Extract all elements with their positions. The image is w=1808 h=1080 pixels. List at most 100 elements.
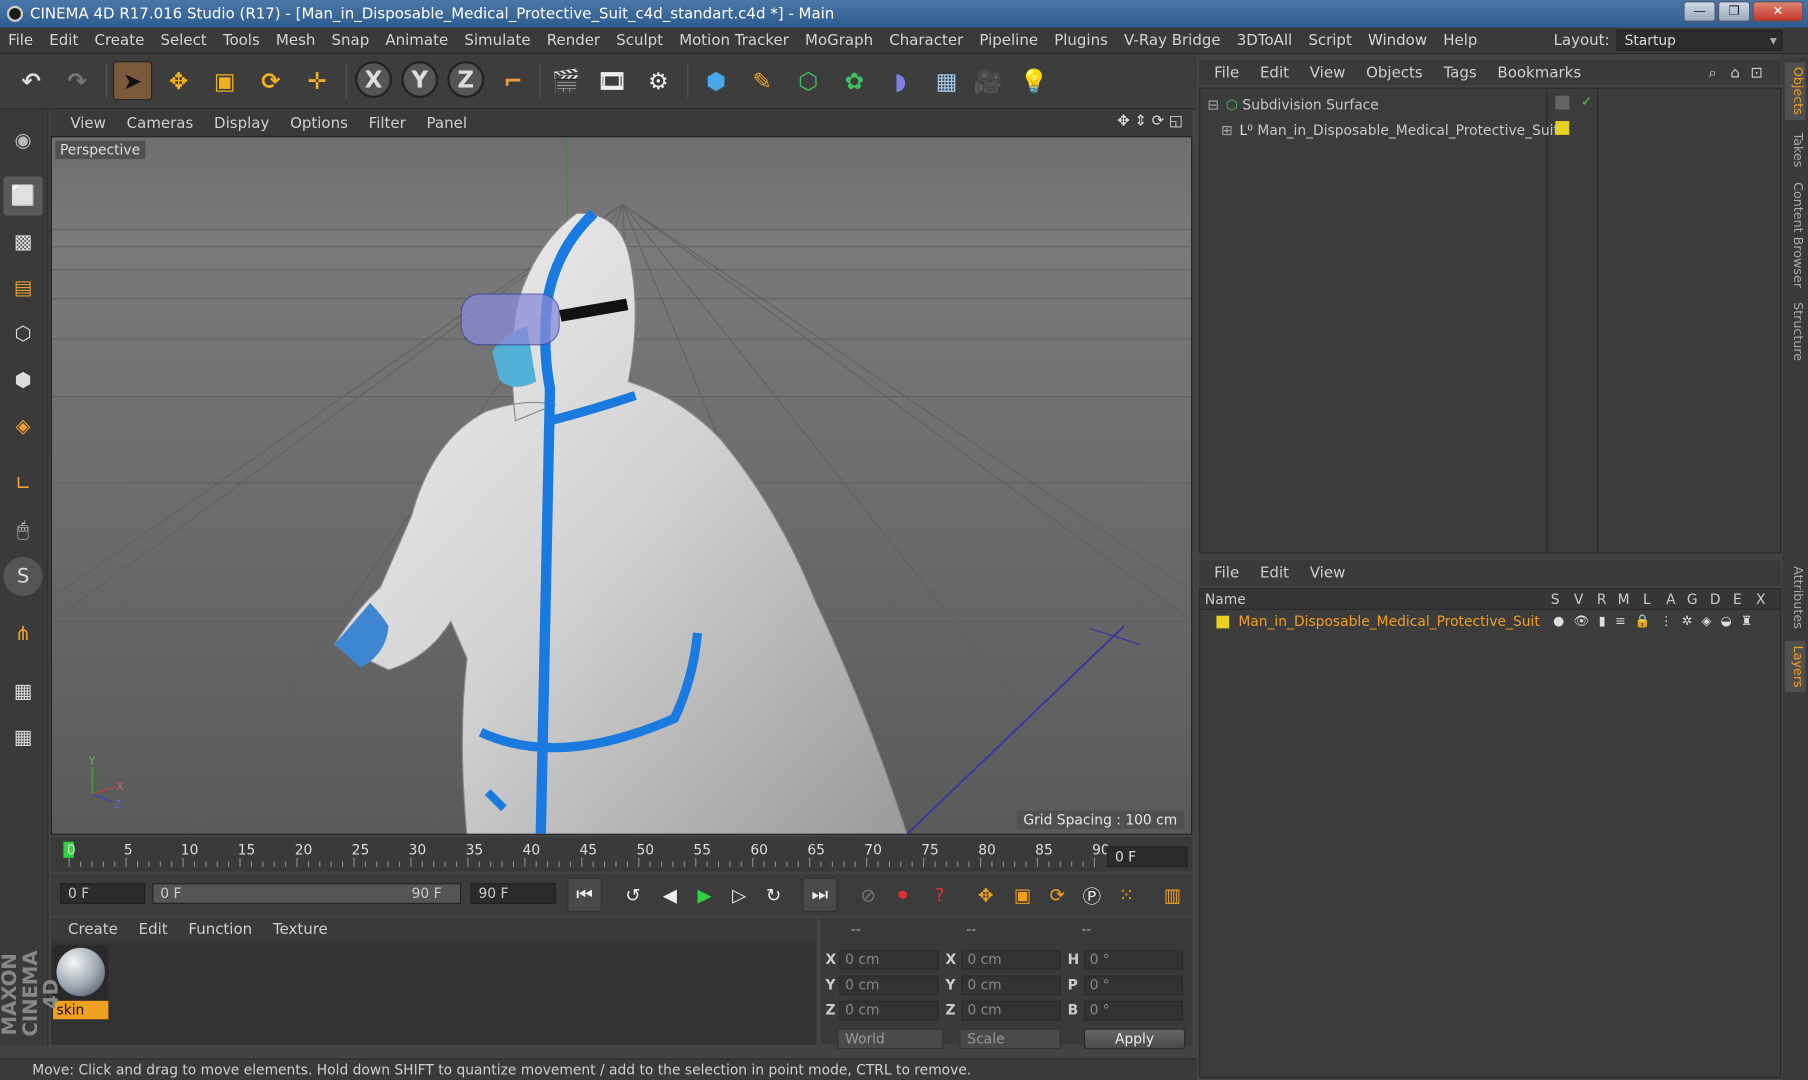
autokey-help-icon[interactable]: ?: [922, 877, 957, 912]
model-mode-icon[interactable]: ⬜: [3, 176, 43, 216]
viewport-menu-filter[interactable]: Filter: [358, 115, 416, 132]
object-row-man-suit[interactable]: ⊞ L⁰ Man_in_Disposable_Medical_Protectiv…: [1221, 119, 1559, 142]
mograph-cloner-icon[interactable]: ✿: [835, 61, 874, 100]
locked-toggle-icon[interactable]: 🔒: [1635, 613, 1651, 628]
key-position-icon[interactable]: ✥: [969, 877, 1004, 912]
undo-icon[interactable]: ↶: [12, 61, 51, 100]
viewport-menu-view[interactable]: View: [60, 115, 116, 132]
menu-sculpt[interactable]: Sculpt: [608, 32, 671, 49]
menu-simulate[interactable]: Simulate: [456, 32, 538, 49]
layer-color-swatch[interactable]: [1555, 121, 1570, 135]
floor-scene-icon[interactable]: ▦: [927, 61, 966, 100]
home-icon[interactable]: ⌂: [1730, 64, 1740, 81]
redo-icon[interactable]: ↷: [58, 61, 97, 100]
workplane-snap-icon[interactable]: ▦: [3, 718, 42, 757]
size-mode-dropdown[interactable]: Scale: [959, 1028, 1061, 1050]
viewport-menu-panel[interactable]: Panel: [416, 115, 477, 132]
menu-tools[interactable]: Tools: [215, 32, 268, 49]
animation-toggle-icon[interactable]: ⋮: [1660, 613, 1673, 628]
object-row-subdivision-surface[interactable]: ⊟ ⬡ Subdivision Surface: [1207, 93, 1379, 116]
rotation-b-field[interactable]: 0 °: [1083, 1000, 1183, 1021]
solo-mode-icon[interactable]: S: [3, 556, 43, 597]
axis-mode-icon[interactable]: ∟: [3, 465, 42, 504]
3d-viewport[interactable]: Y X Z Perspective Grid Spacing : 100 cm: [50, 136, 1193, 835]
key-scale-icon[interactable]: ▣: [1005, 877, 1040, 912]
viewport-menu-options[interactable]: Options: [280, 115, 359, 132]
rotation-h-field[interactable]: 0 °: [1083, 950, 1183, 970]
make-editable-icon[interactable]: ◉: [3, 121, 42, 160]
edges-mode-icon[interactable]: ⬢: [3, 361, 42, 400]
layer-row[interactable]: Man_in_Disposable_Medical_Protective_Sui…: [1216, 610, 1540, 633]
material-menu-edit[interactable]: Edit: [128, 921, 178, 938]
polygons-mode-icon[interactable]: ◈: [3, 407, 42, 446]
tab-takes[interactable]: Takes: [1785, 127, 1806, 173]
menu-character[interactable]: Character: [881, 32, 971, 49]
layer-color-swatch[interactable]: [1216, 615, 1230, 628]
editor-visibility-icon[interactable]: [1555, 95, 1570, 110]
menu-edit[interactable]: Edit: [41, 32, 86, 49]
render-toggle-icon[interactable]: ▮: [1599, 613, 1606, 628]
object-menu-edit[interactable]: Edit: [1250, 64, 1300, 81]
object-menu-file[interactable]: File: [1204, 64, 1250, 81]
viewport-menu-cameras[interactable]: Cameras: [116, 115, 203, 132]
timeline-ruler[interactable]: 0 5 10 15 20 25 30 35 40 45 50 55 60 65 70 75 80 85 90 0 F: [50, 837, 1193, 872]
material-menu-texture[interactable]: Texture: [263, 921, 339, 938]
position-y-field[interactable]: 0 cm: [839, 975, 939, 996]
viewport-maximize-icon[interactable]: ◱: [1169, 113, 1183, 130]
expressions-toggle-icon[interactable]: ◒: [1721, 613, 1732, 628]
tab-structure[interactable]: Structure: [1785, 297, 1806, 366]
key-rotation-icon[interactable]: ⟳: [1040, 877, 1075, 912]
layer-menu-view[interactable]: View: [1299, 564, 1355, 581]
collapse-icon[interactable]: ⊟: [1207, 97, 1219, 113]
close-button[interactable]: ✕: [1752, 1, 1804, 22]
layer-menu-file[interactable]: File: [1204, 564, 1250, 581]
menu-render[interactable]: Render: [539, 32, 609, 49]
layout-dropdown[interactable]: Startup: [1616, 29, 1783, 51]
new-view-icon[interactable]: ⊡: [1750, 64, 1763, 81]
scale-icon[interactable]: ▣: [205, 61, 244, 100]
menu-vray-bridge[interactable]: V-Ray Bridge: [1116, 32, 1229, 49]
menu-snap[interactable]: Snap: [323, 32, 377, 49]
move-icon[interactable]: ✥: [159, 61, 198, 100]
menu-plugins[interactable]: Plugins: [1046, 32, 1116, 49]
select-cursor-icon[interactable]: ➤: [112, 61, 153, 101]
end-frame-field[interactable]: 90 F: [470, 883, 556, 904]
cube-primitive-icon[interactable]: ⬢: [696, 61, 735, 100]
go-to-start-icon[interactable]: ⏮: [567, 877, 602, 913]
timeline-window-icon[interactable]: ▥: [1155, 877, 1190, 912]
workplane-mode-icon[interactable]: ▤: [3, 269, 42, 308]
previous-frame-icon[interactable]: ◀: [653, 877, 688, 912]
material-menu-function[interactable]: Function: [178, 921, 263, 938]
tab-layers[interactable]: Layers: [1784, 641, 1806, 692]
expand-icon[interactable]: ⊞: [1221, 122, 1233, 138]
menu-mesh[interactable]: Mesh: [268, 32, 324, 49]
tab-objects[interactable]: Objects: [1784, 62, 1806, 120]
render-picture-viewer-icon[interactable]: 🎞: [593, 61, 632, 100]
snap-icon[interactable]: ⋔: [3, 615, 42, 654]
current-frame-field[interactable]: 0 F: [1106, 846, 1188, 868]
transform-icon[interactable]: ✛: [297, 61, 336, 100]
apply-button[interactable]: Apply: [1083, 1028, 1186, 1050]
tab-attributes[interactable]: Attributes: [1785, 560, 1806, 634]
y-axis-lock-icon[interactable]: Y: [401, 61, 439, 99]
size-x-field[interactable]: 0 cm: [961, 950, 1061, 970]
object-menu-tags[interactable]: Tags: [1433, 64, 1487, 81]
manager-toggle-icon[interactable]: ≡: [1615, 613, 1626, 628]
menu-file[interactable]: File: [0, 32, 41, 49]
x-axis-lock-icon[interactable]: X: [355, 61, 393, 99]
deformers-toggle-icon[interactable]: ◈: [1702, 613, 1712, 628]
rotation-p-field[interactable]: 0 °: [1083, 975, 1183, 996]
menu-pipeline[interactable]: Pipeline: [971, 32, 1046, 49]
search-icon[interactable]: ⌕: [1708, 64, 1716, 81]
visible-toggle-icon[interactable]: 👁: [1573, 613, 1589, 628]
menu-window[interactable]: Window: [1360, 32, 1435, 49]
menu-animate[interactable]: Animate: [377, 32, 456, 49]
solo-toggle-icon[interactable]: ●: [1553, 613, 1564, 628]
position-x-field[interactable]: 0 cm: [839, 950, 939, 970]
material-menu-create[interactable]: Create: [58, 921, 129, 938]
enabled-check-icon[interactable]: ✓: [1581, 93, 1593, 109]
menu-select[interactable]: Select: [152, 32, 214, 49]
viewport-pan-icon[interactable]: ✥: [1117, 113, 1130, 130]
texture-mode-icon[interactable]: ▩: [3, 223, 42, 262]
coordinate-space-dropdown[interactable]: World: [837, 1028, 944, 1050]
